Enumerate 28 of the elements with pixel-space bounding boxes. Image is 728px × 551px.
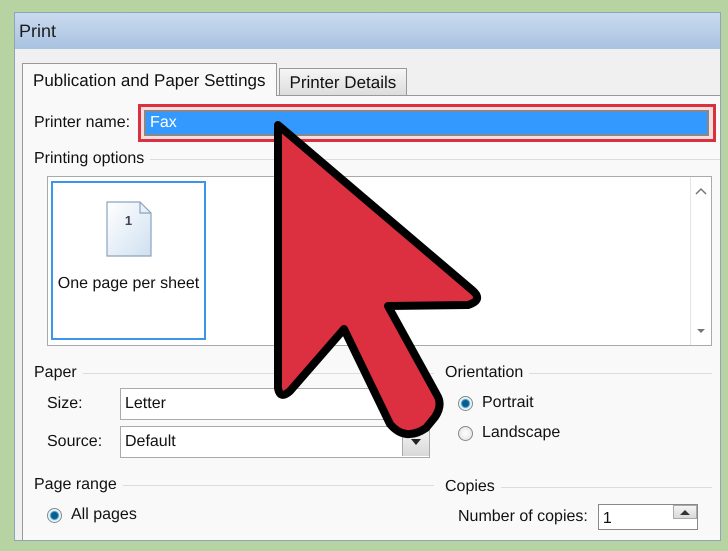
copies-field[interactable]: 1 — [598, 504, 698, 530]
section-heading: Paper — [34, 364, 77, 382]
radio-button[interactable] — [458, 396, 473, 410]
radio-label: All pages — [71, 506, 137, 524]
option-tile[interactable]: 1 One page per sheet — [51, 181, 206, 340]
dropdown-field[interactable]: Default — [120, 426, 430, 458]
window-title: Print — [19, 20, 56, 42]
scroll-up-icon[interactable] — [695, 187, 707, 195]
printer-name-label: Printer name: — [34, 114, 130, 132]
caret-up-icon — [678, 508, 691, 516]
section-heading: Page range — [34, 476, 117, 494]
page-icon — [106, 201, 152, 257]
field-label: Size: — [47, 395, 84, 413]
field-label: Source: — [47, 433, 104, 451]
radio-label: Landscape — [482, 424, 560, 442]
radio-button[interactable] — [47, 508, 62, 522]
section-heading: Orientation — [445, 364, 524, 382]
section-heading: Printing options — [34, 150, 144, 168]
tab[interactable]: Publication and Paper Settings — [22, 63, 276, 96]
page-number: 1 — [124, 213, 132, 228]
scroll-down-icon[interactable] — [695, 327, 707, 335]
option-label: One page per sheet — [58, 275, 200, 293]
radio-label: Portrait — [482, 394, 534, 412]
copies-label: Number of copies: — [458, 508, 588, 526]
radio-button[interactable] — [458, 426, 473, 440]
section-heading: Copies — [445, 478, 495, 496]
spin-up-button[interactable] — [672, 505, 697, 519]
tab[interactable]: Printer Details — [278, 68, 408, 95]
